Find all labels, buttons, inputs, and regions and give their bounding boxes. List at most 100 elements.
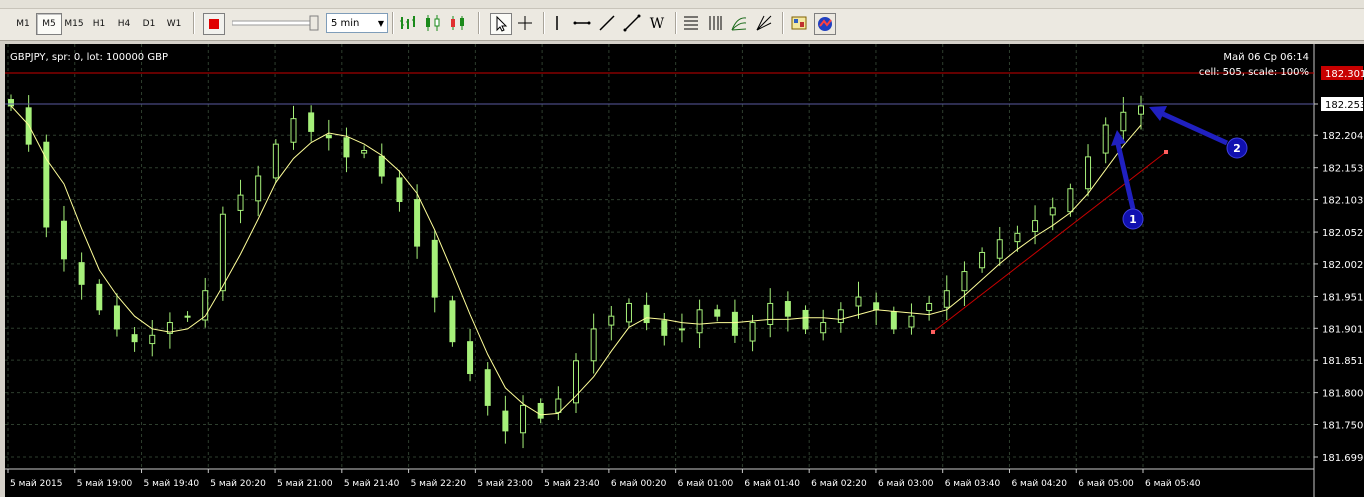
candle-body [820, 322, 827, 334]
y-tick-label: 181.851 [1322, 356, 1363, 367]
candle-body [855, 296, 862, 307]
timeframe-m15-button[interactable]: M15 [61, 13, 87, 35]
candle-body [361, 150, 368, 154]
x-tick-label: 6 май 05:40 [1145, 479, 1201, 489]
toolbar-separator [782, 12, 784, 34]
x-tick-label: 5 май 22:20 [411, 479, 467, 489]
vertical-line-icon[interactable] [547, 13, 567, 33]
candle-body [714, 309, 721, 317]
candle-body [396, 177, 403, 202]
x-tick-label: 6 май 04:20 [1011, 479, 1067, 489]
chart-datetime: Май 06 Ср 06:14 [1223, 52, 1309, 63]
candle-body [290, 118, 297, 143]
candle-body [255, 175, 262, 202]
candlestick-chart-icon[interactable] [423, 13, 443, 33]
chevron-down-icon: ▼ [377, 19, 384, 28]
candle-body [837, 309, 844, 324]
candle-body [8, 99, 14, 107]
timeframe-m5-button[interactable]: M5 [36, 13, 62, 35]
candle-color-icon[interactable] [448, 13, 468, 33]
candle-body [608, 315, 615, 326]
candle-body [573, 360, 579, 404]
x-tick-label: 5 май 21:00 [277, 479, 333, 489]
scroll-slider[interactable] [231, 14, 320, 32]
timeframe-w1-button[interactable]: W1 [161, 13, 187, 35]
candle-body [1049, 207, 1056, 216]
candle-body [60, 220, 67, 260]
candle-body [343, 137, 350, 158]
candle-body [961, 271, 968, 292]
candle-body [308, 112, 315, 132]
timeframe-d1-button[interactable]: D1 [136, 13, 162, 35]
indicators-icon[interactable] [814, 13, 836, 35]
annotation-number-2: 2 [1233, 142, 1241, 155]
candle-body [1138, 105, 1144, 115]
x-tick-label: 6 май 01:00 [678, 479, 734, 489]
y-tick-label: 182.153 [1322, 164, 1363, 175]
candle-body [661, 320, 668, 336]
candle-body [749, 322, 756, 342]
candle-body [926, 302, 933, 311]
chart-area[interactable]: 182.204 182.153 182.103 182.052 182.002 181.9… [5, 44, 1364, 497]
candle-body [590, 328, 597, 362]
candle-body [502, 410, 509, 432]
templates-icon[interactable] [789, 13, 809, 33]
candle-body [467, 341, 474, 375]
fibonacci-icon[interactable] [681, 13, 701, 33]
candle-body [113, 305, 120, 330]
cell-scale-info: cell: 505, scale: 100% [1199, 67, 1309, 78]
y-tick-label: 182.204 [1322, 131, 1363, 142]
candle-body [520, 404, 527, 434]
candle-body [449, 300, 456, 343]
candle-body [1102, 124, 1109, 154]
timeframe-m1-button[interactable]: M1 [10, 13, 36, 35]
candle-body [873, 302, 880, 311]
timeframe-h1-button[interactable]: H1 [86, 13, 112, 35]
toolbar-separator [543, 12, 545, 34]
toolbar-separator [675, 12, 677, 34]
candle-body [1014, 232, 1021, 243]
candle-body [996, 239, 1003, 259]
candle-body [1120, 111, 1127, 132]
x-tick-label: 6 май 01:40 [744, 479, 800, 489]
candle-body [979, 251, 986, 269]
bar-chart-icon[interactable] [398, 13, 418, 33]
y-tick-label: 181.951 [1322, 292, 1363, 303]
trendline-by-angle-icon[interactable] [622, 13, 642, 33]
candle-body [1032, 220, 1039, 232]
candle-body [219, 213, 226, 292]
x-tick-label: 5 май 19:00 [77, 479, 133, 489]
candle-body [184, 315, 191, 318]
toolbar-separator [392, 12, 394, 34]
candle-body [678, 328, 685, 331]
text-label-icon[interactable]: W [647, 13, 667, 33]
stop-icon[interactable] [203, 13, 225, 35]
candle-body [908, 315, 915, 328]
candle-body [325, 134, 332, 139]
trendline-start-point [931, 330, 935, 334]
annotation-number-1: 1 [1129, 213, 1137, 226]
x-tick-label: 5 май 23:40 [544, 479, 600, 489]
channel-icon[interactable] [705, 13, 725, 33]
y-tick-label: 182.103 [1322, 196, 1363, 207]
x-tick-label: 6 май 02:20 [811, 479, 867, 489]
fibonacci-fan-icon[interactable] [729, 13, 749, 33]
y-tick-label: 182.002 [1322, 260, 1363, 271]
candle-body [414, 199, 421, 247]
crosshair-icon[interactable] [515, 13, 535, 33]
timeframe-h4-button[interactable]: H4 [111, 13, 137, 35]
candle-body [555, 398, 562, 413]
toolbar-separator [478, 12, 480, 34]
x-tick-label: 6 май 00:20 [611, 479, 667, 489]
gann-fan-icon[interactable] [754, 13, 774, 33]
price-chart[interactable]: 182.204 182.153 182.103 182.052 182.002 181.9… [5, 44, 1364, 497]
candle-body [767, 302, 774, 325]
trendline-icon[interactable] [597, 13, 617, 33]
candle-body [643, 304, 650, 324]
candle-body [537, 402, 544, 419]
candle-body [802, 309, 809, 330]
cursor-icon[interactable] [490, 13, 512, 35]
horizontal-line-icon[interactable] [572, 13, 592, 33]
period-select[interactable]: 5 min ▼ [326, 13, 388, 33]
toolbar-top-strip [0, 0, 1364, 9]
